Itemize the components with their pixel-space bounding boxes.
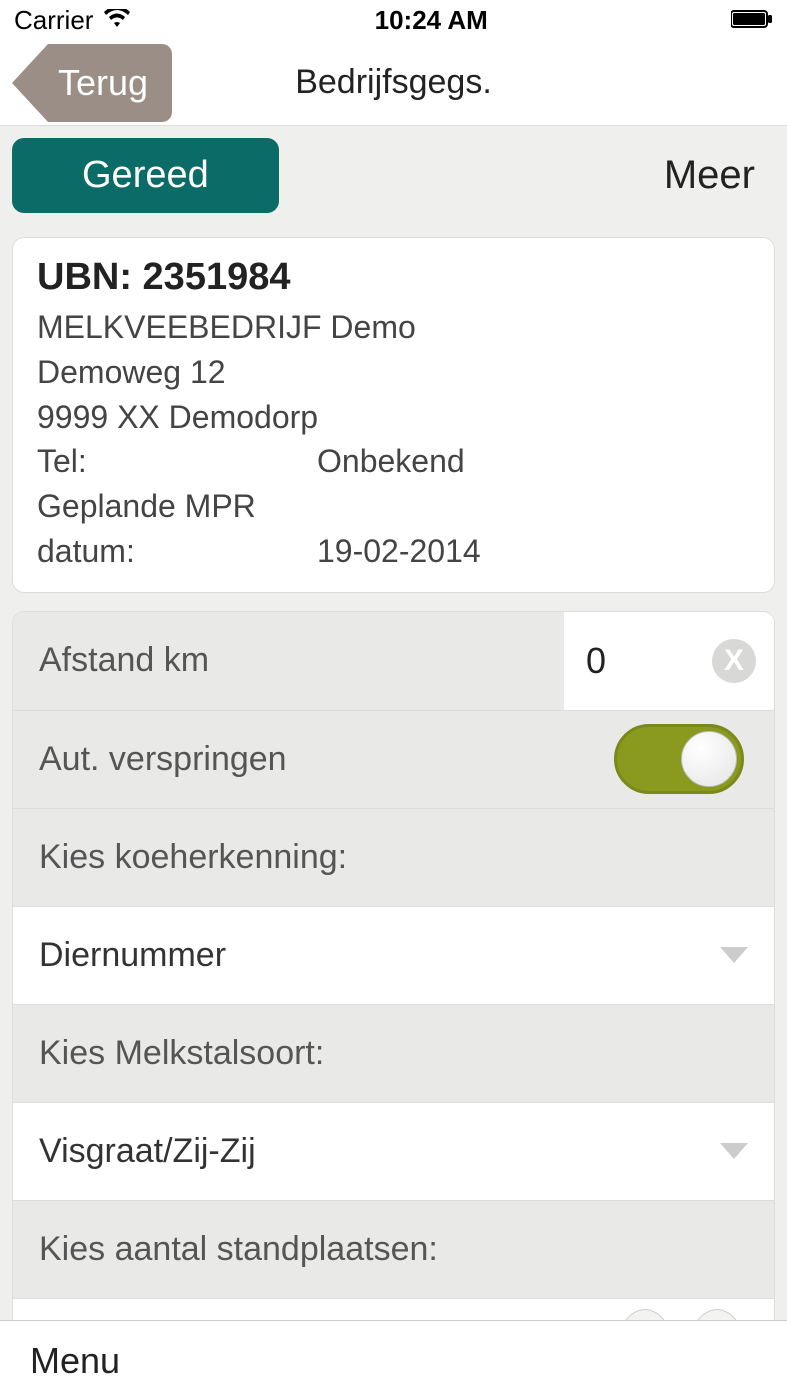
mpr-label1: Geplande MPR [37,484,317,529]
mpr-row2: datum: 19-02-2014 [37,529,750,574]
koeherkenning-select[interactable]: Diernummer [13,907,774,1005]
ubn-label: UBN: [37,256,132,298]
clear-icon[interactable]: X [712,639,756,683]
back-label: Terug [48,44,172,122]
company-card: UBN: 2351984 MELKVEEBEDRIJF Demo Demoweg… [12,237,775,593]
back-arrow-icon [12,44,48,122]
melkstalsoort-select[interactable]: Visgraat/Zij-Zij [13,1103,774,1201]
row-aut-verspringen: Aut. verspringen [13,711,774,809]
gereed-button[interactable]: Gereed [12,138,279,213]
aut-verspringen-toggle[interactable] [614,724,744,794]
back-button[interactable]: Terug [12,44,172,122]
wifi-icon [103,5,131,36]
afstand-value: 0 [586,640,698,682]
koeherkenning-label: Kies koeherkenning: [13,838,774,877]
melkstalsoort-label: Kies Melkstalsoort: [13,1034,774,1073]
chevron-down-icon [720,1143,748,1159]
battery-icon [731,5,773,36]
standplaatsen-value: 8 [39,1314,604,1320]
afstand-label: Afstand km [13,612,564,710]
tel-value: Onbekend [317,439,750,484]
stepper-plus-button[interactable]: + [686,1309,748,1320]
tel-row: Tel: Onbekend [37,439,750,484]
ubn-line: UBN: 2351984 [37,256,750,299]
company-name: MELKVEEBEDRIJF Demo [37,305,750,350]
company-address: Demoweg 12 [37,350,750,395]
status-bar: Carrier 10:24 AM [0,0,787,40]
tel-label: Tel: [37,439,317,484]
standplaatsen-label: Kies aantal standplaatsen: [13,1230,774,1269]
afstand-input[interactable]: 0 X [564,612,774,710]
row-melkstalsoort-label: Kies Melkstalsoort: [13,1005,774,1103]
toggle-knob [681,731,737,787]
chevron-down-icon [720,947,748,963]
stepper-minus-button[interactable]: − [614,1309,676,1320]
status-left: Carrier [14,5,131,36]
melkstalsoort-value: Visgraat/Zij-Zij [39,1132,720,1171]
koeherkenning-value: Diernummer [39,936,720,975]
mpr-date: 19-02-2014 [317,529,750,574]
action-row: Gereed Meer [12,138,775,213]
status-time: 10:24 AM [375,5,488,36]
carrier-label: Carrier [14,5,93,36]
row-afstand: Afstand km 0 X [13,612,774,711]
footer: Menu [0,1320,787,1400]
aut-verspringen-label: Aut. verspringen [13,740,614,779]
content-area: Gereed Meer UBN: 2351984 MELKVEEBEDRIJF … [0,126,787,1320]
meer-button[interactable]: Meer [644,153,775,198]
status-right [731,5,773,36]
menu-button[interactable]: Menu [30,1340,120,1382]
ubn-value: 2351984 [143,256,291,298]
row-standplaatsen-label: Kies aantal standplaatsen: [13,1201,774,1299]
mpr-label2: datum: [37,529,317,574]
settings-card: Afstand km 0 X Aut. verspringen Kies koe… [12,611,775,1320]
nav-bar: Terug Bedrijfsgegs. [0,40,787,126]
toggle-wrap [614,724,774,794]
row-koeherkenning-label: Kies koeherkenning: [13,809,774,907]
mpr-row1: Geplande MPR [37,484,750,529]
company-postal: 9999 XX Demodorp [37,395,750,440]
standplaatsen-stepper: 8 − + [13,1299,774,1320]
